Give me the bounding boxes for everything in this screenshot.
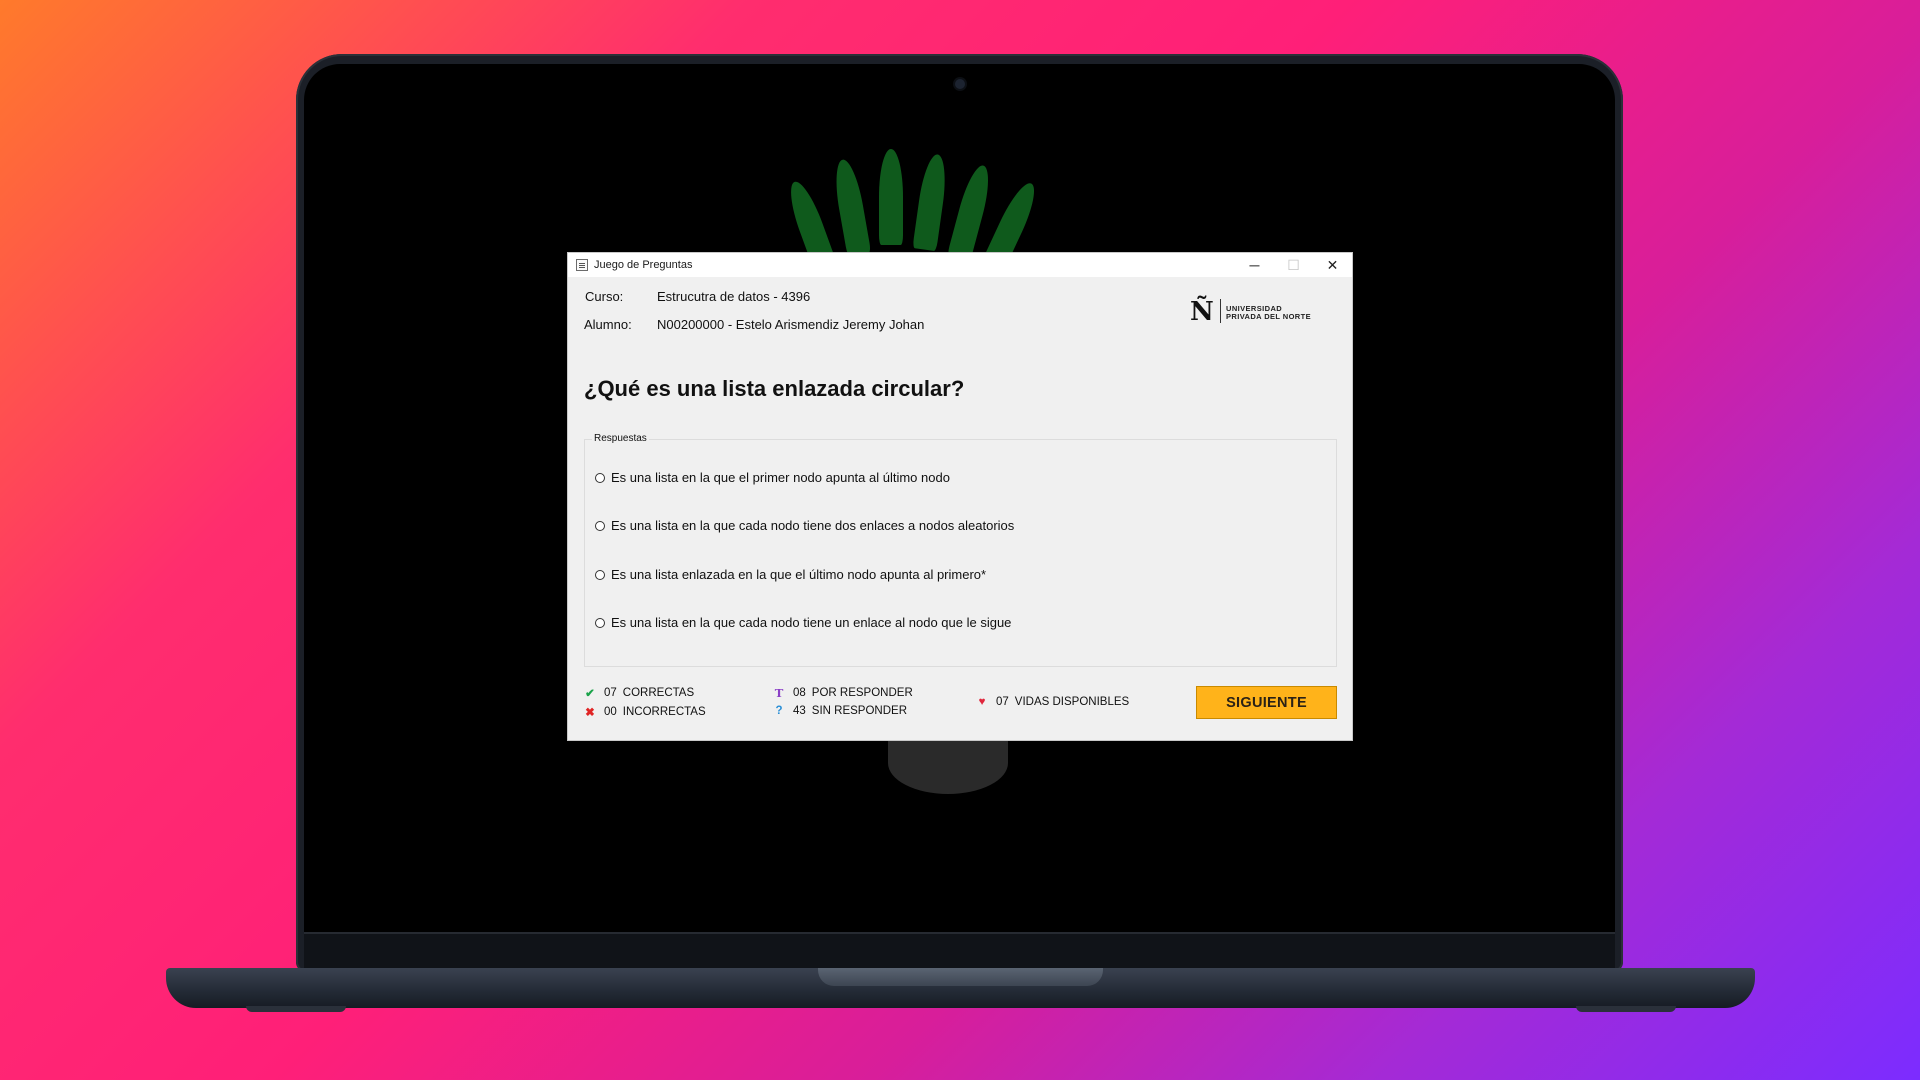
radio-button[interactable] bbox=[595, 472, 605, 483]
answer-label: Es una lista en la que el primer nodo ap… bbox=[611, 470, 950, 485]
radio-button[interactable] bbox=[595, 569, 605, 580]
stat-label: POR RESPONDER bbox=[811, 687, 913, 699]
stat-label: SIN RESPONDER bbox=[811, 705, 908, 717]
radio-button[interactable] bbox=[595, 520, 605, 531]
stat-count: 07 bbox=[996, 696, 1009, 708]
answer-option[interactable]: Es una lista en la que cada nodo tiene u… bbox=[595, 615, 1011, 630]
course-label: Curso: bbox=[585, 289, 624, 304]
laptop-notch bbox=[818, 968, 1103, 986]
answer-label: Es una lista en la que cada nodo tiene u… bbox=[611, 615, 1012, 630]
title-bar[interactable]: Juego de Preguntas ─ ☐ ✕ bbox=[568, 253, 1352, 277]
question-icon: ? bbox=[775, 705, 783, 717]
stat-count: 07 bbox=[604, 687, 617, 699]
stat-count: 43 bbox=[793, 705, 806, 717]
quiz-window: Juego de Preguntas ─ ☐ ✕ Curso: Estrucut… bbox=[567, 252, 1353, 741]
heart-icon: ♥ bbox=[978, 696, 986, 708]
stat-lives: ♥ 07 VIDAS DISPONIBLES bbox=[976, 696, 1130, 708]
x-icon: ✖ bbox=[585, 707, 595, 719]
logo-letter: Ñ bbox=[1190, 297, 1214, 327]
question-text: ¿Qué es una lista enlazada circular? bbox=[584, 376, 965, 401]
check-icon: ✔ bbox=[585, 688, 595, 700]
wallpaper-leaf bbox=[912, 152, 950, 252]
laptop-foot bbox=[246, 1006, 346, 1012]
radio-button[interactable] bbox=[595, 617, 605, 628]
course-value: Estrucutra de datos - 4396 bbox=[657, 289, 811, 304]
next-button[interactable]: SIGUIENTE bbox=[1196, 686, 1337, 719]
minimize-button[interactable]: ─ bbox=[1235, 253, 1274, 277]
window-controls: ─ ☐ ✕ bbox=[1235, 253, 1352, 277]
answer-option[interactable]: Es una lista en la que el primer nodo ap… bbox=[595, 470, 950, 485]
wallpaper-skull bbox=[888, 732, 1008, 794]
close-button[interactable]: ✕ bbox=[1313, 253, 1352, 277]
screen-bezel bbox=[304, 932, 1615, 968]
stat-pending: T 08 POR RESPONDER bbox=[773, 686, 913, 700]
student-value: N00200000 - Estelo Arismendiz Jeremy Joh… bbox=[657, 317, 925, 332]
stat-correct: ✔ 07 CORRECTAS bbox=[584, 686, 694, 700]
student-label: Alumno: bbox=[584, 317, 632, 332]
maximize-button: ☐ bbox=[1287, 256, 1300, 273]
stat-count: 08 bbox=[793, 687, 806, 699]
answer-option[interactable]: Es una lista en la que cada nodo tiene d… bbox=[595, 518, 1014, 533]
stat-label: CORRECTAS bbox=[622, 687, 695, 699]
university-logo: Ñ UNIVERSIDAD PRIVADA DEL NORTE bbox=[1190, 293, 1330, 329]
t-icon: T bbox=[774, 686, 784, 700]
stat-unanswered: ? 43 SIN RESPONDER bbox=[773, 705, 907, 717]
stat-count: 00 bbox=[604, 706, 617, 718]
logo-text: UNIVERSIDAD PRIVADA DEL NORTE bbox=[1226, 305, 1311, 321]
answers-legend: Respuestas bbox=[592, 433, 649, 444]
window-title: Juego de Preguntas bbox=[594, 259, 693, 271]
laptop-foot bbox=[1576, 1006, 1676, 1012]
answer-label: Es una lista enlazada en la que el últim… bbox=[611, 567, 987, 582]
answer-label: Es una lista en la que cada nodo tiene d… bbox=[611, 518, 1015, 533]
logo-divider bbox=[1220, 299, 1221, 323]
wallpaper-leaf bbox=[879, 149, 903, 245]
stat-label: VIDAS DISPONIBLES bbox=[1014, 696, 1130, 708]
answer-option[interactable]: Es una lista enlazada en la que el últim… bbox=[595, 567, 986, 582]
stat-incorrect: ✖ 00 INCORRECTAS bbox=[584, 705, 706, 719]
logo-line-2: PRIVADA DEL NORTE bbox=[1226, 312, 1312, 321]
app-icon bbox=[576, 259, 588, 271]
wallpaper-leaf bbox=[830, 157, 872, 257]
stat-label: INCORRECTAS bbox=[622, 706, 706, 718]
camera-dot bbox=[955, 79, 965, 89]
